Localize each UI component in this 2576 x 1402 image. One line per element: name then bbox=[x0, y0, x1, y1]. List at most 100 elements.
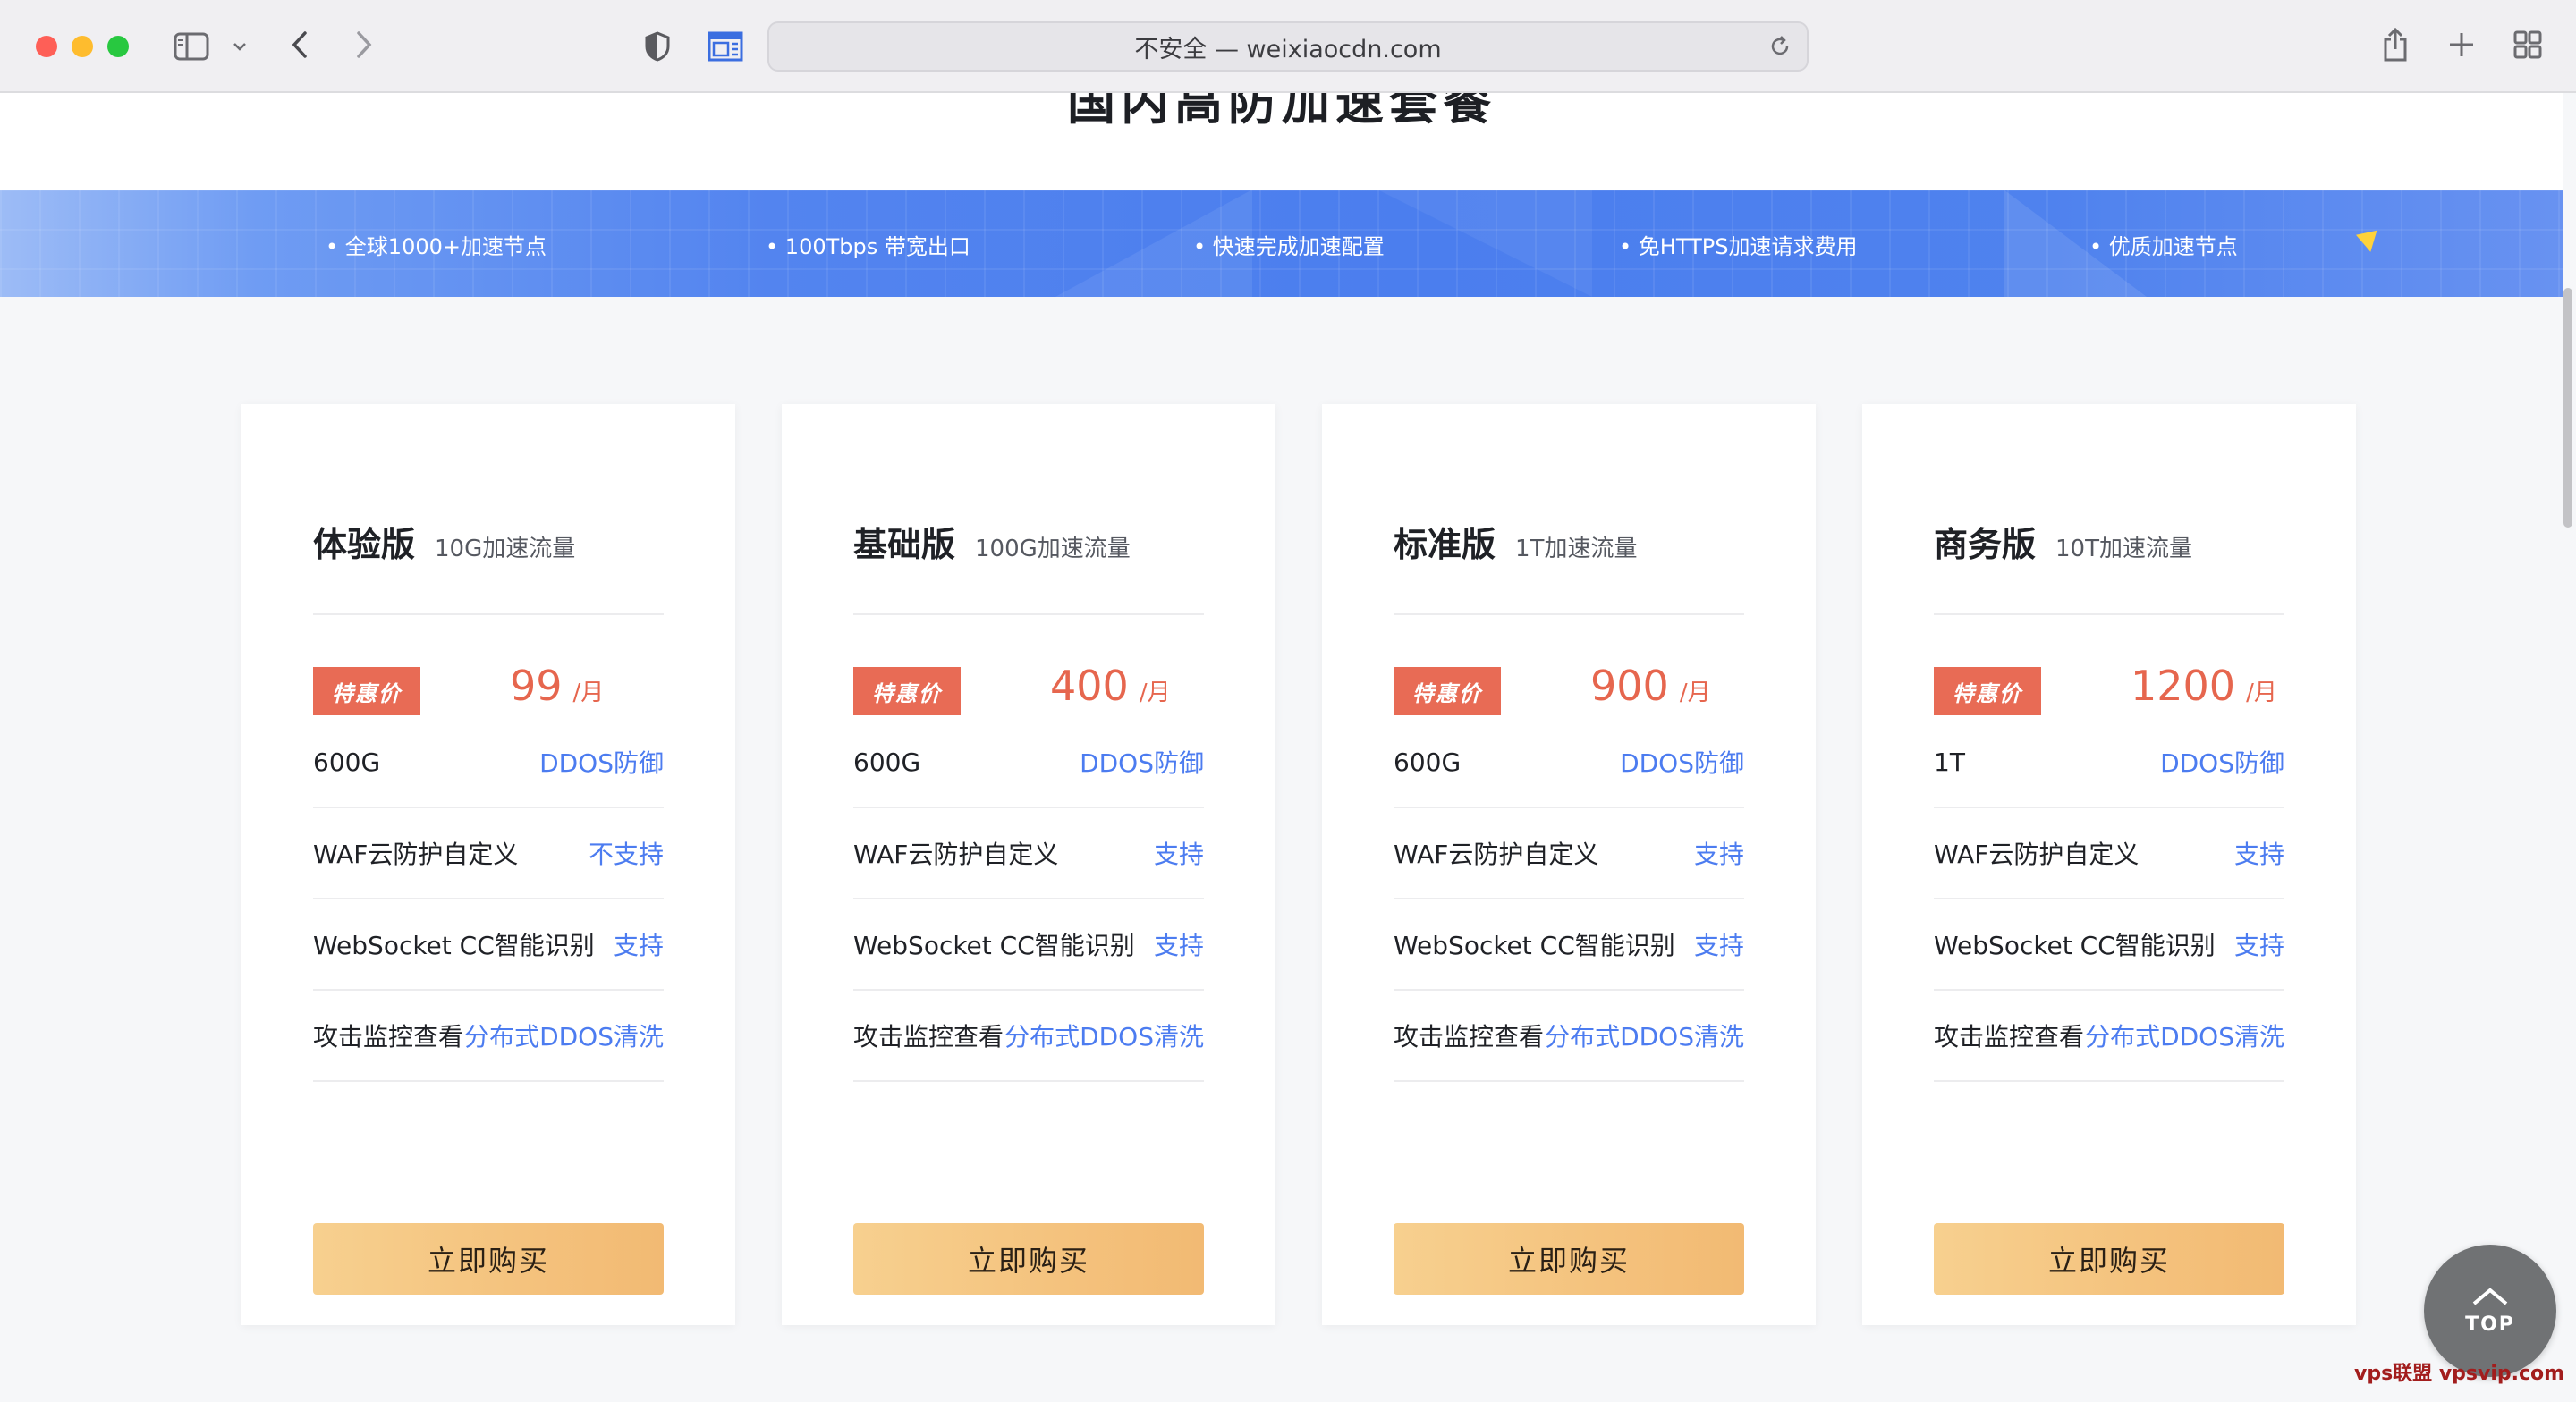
feature-label: 攻击监控查看 bbox=[1394, 1022, 1545, 1052]
shield-icon[interactable] bbox=[642, 29, 673, 64]
feature-value: 不支持 bbox=[588, 840, 664, 869]
feature-value: 支持 bbox=[2233, 840, 2284, 869]
buy-now-button[interactable]: 立即购买 bbox=[313, 1223, 664, 1295]
divider bbox=[1934, 613, 2284, 615]
feature-value: 支持 bbox=[1693, 931, 1744, 960]
buy-now-button[interactable]: 立即购买 bbox=[1394, 1223, 1744, 1295]
feature-value: DDOS防御 bbox=[1080, 748, 1204, 778]
divider bbox=[1394, 613, 1744, 615]
price-unit: /月 bbox=[1679, 680, 1711, 706]
feature-item: 优质加速节点 bbox=[2089, 229, 2238, 260]
feature-label: 600G bbox=[1394, 747, 1462, 777]
feature-value: DDOS防御 bbox=[2160, 748, 2284, 778]
plan-price: 400 /月 bbox=[1050, 662, 1171, 710]
feature-label: WebSocket CC智能识别 bbox=[1934, 931, 2216, 960]
plan-traffic: 10G加速流量 bbox=[435, 536, 576, 562]
feature-row: WebSocket CC智能识别 支持 bbox=[313, 899, 664, 991]
scrollbar-thumb[interactable] bbox=[2563, 288, 2572, 528]
feature-label: WebSocket CC智能识别 bbox=[1394, 931, 1675, 960]
plan-traffic: 1T加速流量 bbox=[1515, 536, 1638, 562]
feature-label: WebSocket CC智能识别 bbox=[853, 931, 1135, 960]
feature-row: 攻击监控查看 分布式DDOS清洗 bbox=[853, 991, 1204, 1082]
feature-value: 支持 bbox=[613, 931, 664, 960]
feature-row: WAF云防护自定义 支持 bbox=[853, 808, 1204, 899]
tab-overview-icon[interactable] bbox=[2512, 29, 2544, 61]
plan-name: 体验版 bbox=[313, 525, 416, 564]
watermark: vps联盟 vpsvip.com bbox=[2354, 1363, 2565, 1385]
feature-item: 免HTTPS加速请求费用 bbox=[1619, 229, 1858, 260]
page-content: 国内高防加速套餐 全球1000+加速节点 100Tbps 带宽出口 快速完成加速… bbox=[0, 93, 2563, 1402]
plan-traffic: 10T加速流量 bbox=[2055, 536, 2192, 562]
feature-row: WebSocket CC智能识别 支持 bbox=[1934, 899, 2284, 991]
price-unit: /月 bbox=[2246, 680, 2277, 706]
section-title: 国内高防加速套餐 bbox=[1067, 93, 1496, 131]
feature-label: 600G bbox=[853, 747, 921, 777]
price-value: 1200 bbox=[2131, 662, 2236, 710]
feature-row: WebSocket CC智能识别 支持 bbox=[853, 899, 1204, 991]
feature-label: WAF云防护自定义 bbox=[313, 840, 519, 869]
back-arrow-icon[interactable] bbox=[284, 27, 315, 63]
feature-value: 支持 bbox=[2233, 931, 2284, 960]
feature-value: 支持 bbox=[1153, 840, 1204, 869]
reload-icon[interactable] bbox=[1767, 34, 1792, 65]
section-header: 国内高防加速套餐 bbox=[0, 93, 2563, 190]
forward-arrow-icon[interactable] bbox=[349, 27, 379, 63]
price-value: 99 bbox=[510, 662, 563, 710]
buy-now-button[interactable]: 立即购买 bbox=[1934, 1223, 2284, 1295]
plan-price: 900 /月 bbox=[1590, 662, 1711, 710]
feature-label: WebSocket CC智能识别 bbox=[313, 931, 595, 960]
feature-label: WAF云防护自定义 bbox=[1394, 840, 1599, 869]
discount-badge: 特惠价 bbox=[313, 667, 420, 715]
price-unit: /月 bbox=[1139, 680, 1171, 706]
feature-row: WAF云防护自定义 不支持 bbox=[313, 808, 664, 899]
feature-label: 1T bbox=[1934, 747, 1965, 777]
browser-toolbar: 不安全 — weixiaocdn.com bbox=[0, 0, 2576, 93]
feature-item: 全球1000+加速节点 bbox=[326, 229, 547, 260]
discount-badge: 特惠价 bbox=[853, 667, 961, 715]
feature-row: 攻击监控查看 分布式DDOS清洗 bbox=[1934, 991, 2284, 1082]
feature-row: WebSocket CC智能识别 支持 bbox=[1394, 899, 1744, 991]
price-value: 400 bbox=[1050, 662, 1129, 710]
back-to-top-label: TOP bbox=[2465, 1313, 2515, 1336]
feature-value: 支持 bbox=[1153, 931, 1204, 960]
feature-row: WAF云防护自定义 支持 bbox=[1394, 808, 1744, 899]
price-value: 900 bbox=[1590, 662, 1669, 710]
arrow-up-icon bbox=[2470, 1287, 2510, 1310]
feature-label: 攻击监控查看 bbox=[853, 1022, 1004, 1052]
feature-value: 分布式DDOS清洗 bbox=[1004, 1022, 1204, 1052]
feature-value: 分布式DDOS清洗 bbox=[464, 1022, 664, 1052]
discount-badge: 特惠价 bbox=[1394, 667, 1501, 715]
chevron-down-icon[interactable] bbox=[229, 34, 250, 59]
url-text: 不安全 — weixiaocdn.com bbox=[1134, 35, 1442, 63]
feature-label: 攻击监控查看 bbox=[1934, 1022, 2085, 1052]
feature-value: 分布式DDOS清洗 bbox=[2085, 1022, 2284, 1052]
share-icon[interactable] bbox=[2379, 25, 2411, 64]
feature-label: 攻击监控查看 bbox=[313, 1022, 464, 1052]
plan-name: 商务版 bbox=[1934, 525, 2037, 564]
discount-badge: 特惠价 bbox=[1934, 667, 2041, 715]
feature-label: WAF云防护自定义 bbox=[853, 840, 1059, 869]
zoom-window-button[interactable] bbox=[107, 36, 129, 57]
feature-row: WAF云防护自定义 支持 bbox=[1934, 808, 2284, 899]
feature-value: 支持 bbox=[1693, 840, 1744, 869]
feature-item: 快速完成加速配置 bbox=[1193, 229, 1385, 260]
feature-row: 600G DDOS防御 bbox=[1394, 717, 1744, 808]
plan-name: 标准版 bbox=[1394, 525, 1496, 564]
feature-value: DDOS防御 bbox=[1620, 748, 1744, 778]
feature-value: 分布式DDOS清洗 bbox=[1545, 1022, 1744, 1052]
minimize-window-button[interactable] bbox=[72, 36, 93, 57]
feature-value: DDOS防御 bbox=[539, 748, 664, 778]
plan-price: 1200 /月 bbox=[2131, 662, 2277, 710]
new-tab-icon[interactable] bbox=[2445, 29, 2478, 61]
address-bar[interactable]: 不安全 — weixiaocdn.com bbox=[767, 21, 1809, 72]
buy-now-button[interactable]: 立即购买 bbox=[853, 1223, 1204, 1295]
reader-icon[interactable] bbox=[707, 29, 744, 64]
plan-card-basic: 基础版 100G加速流量 特惠价 400 /月 600G DDOS防御 WAF云… bbox=[782, 404, 1275, 1325]
sidebar-icon[interactable] bbox=[172, 29, 211, 64]
close-window-button[interactable] bbox=[36, 36, 57, 57]
price-unit: /月 bbox=[572, 680, 605, 706]
feature-row: 攻击监控查看 分布式DDOS清洗 bbox=[1394, 991, 1744, 1082]
divider bbox=[853, 613, 1204, 615]
plan-name: 基础版 bbox=[853, 525, 956, 564]
feature-row: 600G DDOS防御 bbox=[853, 717, 1204, 808]
